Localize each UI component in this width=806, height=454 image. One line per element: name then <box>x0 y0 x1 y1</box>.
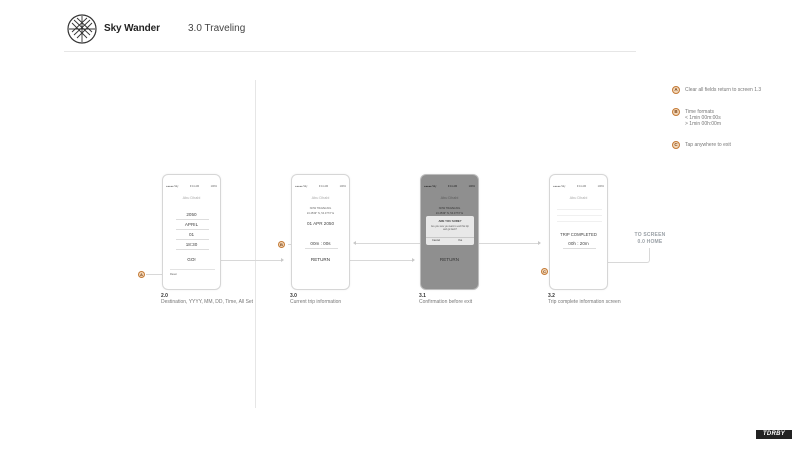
screen-3-1[interactable]: ●●●●● Sky 9:41 AM 100% Abu Dhabi NOW TRAVE… <box>420 174 479 290</box>
sky-wander-logo-icon <box>67 14 97 44</box>
faded-row <box>557 209 602 210</box>
dialog-title: ARE YOU SURE? <box>438 219 462 223</box>
reset-divider <box>170 269 215 270</box>
go-button[interactable]: GO! <box>163 257 220 262</box>
arrow-left-icon <box>353 241 356 245</box>
legend-badge-a: A <box>672 86 680 94</box>
month-underline <box>176 229 209 230</box>
destination-label: Abu Dhabi <box>182 196 201 200</box>
status-bar: ●●●●● Sky 9:41 AM 100% <box>166 185 217 188</box>
coordinates-text: 24.4539° N, 54.3773° E <box>306 212 335 215</box>
duration-underline <box>563 248 596 249</box>
callout-badge-b: B <box>278 241 285 248</box>
trip-timer: 00m : 00s <box>310 241 331 246</box>
status-text: NOW TRAVELING <box>438 207 461 210</box>
screen-3-2[interactable]: ●●●●● Sky 9:41 AM 100% Abu Dhabi TRIP COMP… <box>549 174 608 290</box>
day-field[interactable]: 01 <box>163 232 220 237</box>
dialog-message: Are you sure you want to end this trip a… <box>431 226 469 231</box>
time-underline <box>176 249 209 250</box>
callout-badge-c: C <box>541 268 548 275</box>
destination-label: Abu Dhabi <box>311 196 330 200</box>
arrow-right-icon <box>412 258 415 262</box>
to-home-label-line-1: TO SCREEN <box>634 232 666 238</box>
arrow-right-icon <box>538 241 541 245</box>
status-bar: ●●●●● Sky 9:41 AM 100% <box>424 185 475 188</box>
time-field[interactable]: 18:30 <box>163 242 220 247</box>
callout-badge-a: A <box>138 271 145 278</box>
coordinates-text: 24.4539° N, 54.3773° E <box>435 212 464 215</box>
destination-label: Abu Dhabi <box>440 196 459 200</box>
month-field[interactable]: APRIL <box>163 222 220 227</box>
screen-3-0[interactable]: ●●●●● Sky 9:41 AM 100% Abu Dhabi NOW TRAVE… <box>291 174 350 290</box>
timer-underline <box>305 248 338 249</box>
year-field[interactable]: 2050 <box>163 212 220 217</box>
screen-2-0[interactable]: ●●●●● Sky 9:41 AM 100% Abu Dhabi 2050 APRI… <box>162 174 221 290</box>
to-home-label-line-2: 0.0 HOME <box>637 239 663 245</box>
confirm-dialog: ARE YOU SURE? Are you sure you want to e… <box>426 216 474 245</box>
reset-button[interactable]: Reset <box>170 273 177 276</box>
return-button[interactable]: RETURN <box>421 257 478 262</box>
return-button[interactable]: RETURN <box>292 257 349 262</box>
destination-label: Abu Dhabi <box>569 196 588 200</box>
status-bar: ●●●●● Sky 9:41 AM 100% <box>553 185 604 188</box>
watermark-logo: TDRBY <box>756 430 792 439</box>
legend-badge-c: C <box>672 141 680 149</box>
brand-name: Sky Wander <box>104 23 160 34</box>
faded-row <box>557 221 602 222</box>
status-bar: ●●●●● Sky 9:41 AM 100% <box>295 185 346 188</box>
year-underline <box>176 219 209 220</box>
legend-text-c: Tap anywhere to exit <box>685 142 731 148</box>
arrow-right-icon <box>281 258 284 262</box>
status-text: NOW TRAVELING <box>309 207 332 210</box>
caption-3-1: Confirmation before exit <box>419 299 473 305</box>
section-title: 3.0 Traveling <box>188 23 246 34</box>
trip-duration: 00h : 20m <box>568 241 589 246</box>
trip-completed-label: TRIP COMPLETED <box>560 232 597 237</box>
legend-text-a: Clear all fields return to screen 1.3 <box>685 87 762 93</box>
faded-row <box>557 215 602 216</box>
legend-badge-b: B <box>672 108 680 116</box>
dialog-separator <box>426 237 474 238</box>
caption-2-0: Destination, YYYY, MM, DD, Time, All Set <box>161 299 254 305</box>
day-underline <box>176 239 209 240</box>
yes-button[interactable]: Yes <box>458 239 462 242</box>
trip-date: 01 APR 2050 <box>306 221 335 226</box>
caption-3-0: Current trip information <box>290 299 342 305</box>
to-home-label: TO SCREEN 0.0 HOME <box>626 232 674 246</box>
caption-3-2: Trip complete information screen <box>548 299 621 305</box>
header-divider <box>64 51 636 52</box>
legend-text-b-3: > 1min 00h:00m <box>685 121 721 127</box>
section-divider <box>255 80 256 408</box>
cancel-button[interactable]: Cancel <box>432 239 440 242</box>
